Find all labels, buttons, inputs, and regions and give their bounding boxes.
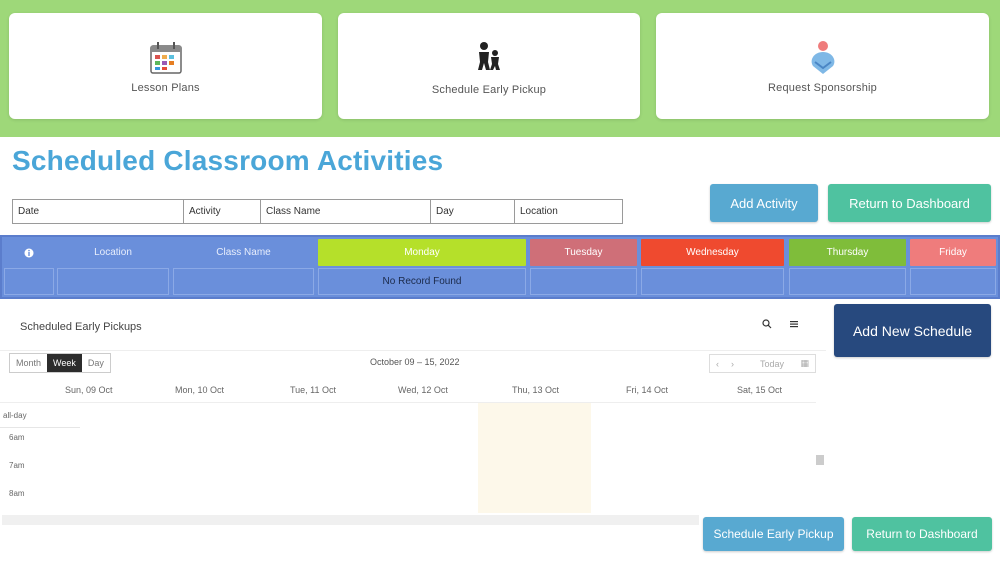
today-button[interactable]: Today (754, 359, 790, 369)
view-day-button[interactable]: Day (82, 354, 110, 372)
early-pickup-calendar: Scheduled Early Pickups Month Week Day O… (0, 305, 826, 525)
header-wednesday: Wednesday (641, 239, 784, 266)
view-week-button[interactable]: Week (47, 354, 82, 372)
day-header-tue: Tue, 11 Oct (290, 385, 337, 395)
lesson-plans-card[interactable]: Lesson Plans (9, 13, 322, 119)
grid-cell (641, 268, 784, 295)
filter-day[interactable]: Day (431, 200, 515, 223)
add-activity-button[interactable]: Add Activity (710, 184, 818, 222)
header-location: Location (94, 247, 132, 258)
header-tuesday: Tuesday (530, 239, 637, 266)
day-header-mon: Mon, 10 Oct (175, 385, 225, 395)
next-icon[interactable]: › (725, 359, 740, 369)
divider (0, 427, 80, 428)
header-monday: Monday (318, 239, 526, 266)
grid-cell (789, 268, 906, 295)
date-range-label: October 09 – 15, 2022 (370, 357, 460, 367)
calendar-picker-icon[interactable]: ▦ (794, 358, 815, 369)
filter-activity[interactable]: Activity (184, 200, 261, 223)
request-sponsorship-card[interactable]: Request Sponsorship (656, 13, 989, 119)
divider (0, 350, 826, 351)
day-header-wed: Wed, 12 Oct (398, 385, 448, 395)
no-record-message: No Record Found (318, 268, 526, 295)
filter-class-name[interactable]: Class Name (261, 200, 431, 223)
grid-cell (4, 268, 54, 295)
time-8am: 8am (9, 489, 25, 498)
top-navigation-band: Lesson Plans Schedule Early Pickup Reque… (0, 0, 1000, 137)
grid-cell (910, 268, 996, 295)
calendar-navigation: ‹ › Today ▦ (709, 354, 816, 373)
view-month-button[interactable]: Month (10, 354, 47, 372)
day-header-fri: Fri, 14 Oct (626, 385, 669, 395)
grid-cell (173, 268, 314, 295)
horizontal-scrollbar[interactable] (2, 515, 699, 525)
info-icon (4, 239, 54, 266)
prev-icon[interactable]: ‹ (710, 359, 725, 369)
activity-filter-bar: Date Activity Class Name Day Location (12, 199, 623, 224)
grid-cell (530, 268, 637, 295)
menu-icon[interactable] (789, 319, 799, 332)
header-friday: Friday (910, 239, 996, 266)
time-6am: 6am (9, 433, 25, 442)
hands-heart-icon (803, 38, 843, 78)
calendar-icon (146, 38, 186, 78)
time-all-day: all-day (3, 411, 27, 420)
header-class-name: Class Name (216, 247, 271, 258)
search-icon[interactable] (762, 319, 772, 332)
return-to-dashboard-bottom-button[interactable]: Return to Dashboard (852, 517, 992, 551)
request-sponsorship-label: Request Sponsorship (768, 82, 877, 94)
time-7am: 7am (9, 461, 25, 470)
filter-location[interactable]: Location (515, 200, 622, 223)
page: Lesson Plans Schedule Early Pickup Reque… (0, 0, 1000, 562)
return-to-dashboard-button[interactable]: Return to Dashboard (828, 184, 991, 222)
divider (0, 402, 816, 403)
today-column (478, 403, 591, 513)
filter-date[interactable]: Date (13, 200, 184, 223)
day-header-sun: Sun, 09 Oct (65, 385, 113, 395)
page-title: Scheduled Classroom Activities (12, 145, 444, 176)
vertical-scrollbar[interactable] (815, 403, 825, 513)
day-header-sat: Sat, 15 Oct (737, 385, 783, 395)
parent-child-icon (469, 36, 509, 76)
add-new-schedule-button[interactable]: Add New Schedule (834, 304, 991, 357)
grid-cell (57, 268, 169, 295)
activities-grid: Location Class Name Monday Tuesday Wedne… (0, 235, 1000, 299)
schedule-early-pickup-button[interactable]: Schedule Early Pickup (703, 517, 844, 551)
day-header-thu: Thu, 13 Oct (512, 385, 560, 395)
schedule-early-pickup-card[interactable]: Schedule Early Pickup (338, 13, 640, 119)
calendar-title: Scheduled Early Pickups (20, 321, 142, 333)
header-thursday: Thursday (789, 239, 906, 266)
lesson-plans-label: Lesson Plans (131, 82, 200, 94)
view-switcher: Month Week Day (9, 353, 111, 373)
schedule-early-pickup-label: Schedule Early Pickup (431, 84, 547, 96)
